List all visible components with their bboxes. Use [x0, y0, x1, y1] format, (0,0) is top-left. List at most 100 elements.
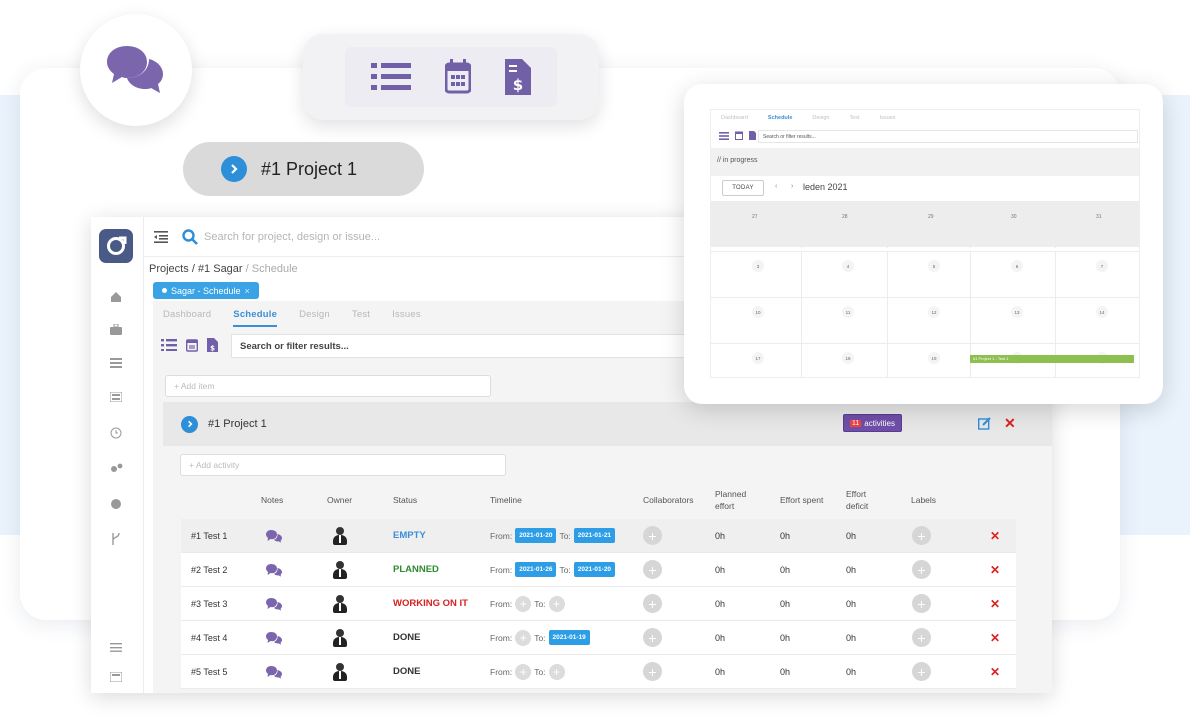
list-icon[interactable] [108, 355, 124, 371]
chevron-right-icon[interactable] [181, 415, 198, 433]
menu-collapse-icon[interactable] [154, 230, 168, 243]
calculator-icon[interactable] [108, 669, 124, 685]
add-label-icon[interactable]: + [912, 621, 931, 654]
search-input[interactable]: Search for project, design or issue... [182, 228, 380, 245]
notes-icon[interactable] [265, 621, 283, 654]
calendar-day[interactable]: 29 [928, 214, 934, 220]
project-pill[interactable]: #1 Project 1 [183, 142, 424, 196]
calendar-view-icon[interactable] [735, 131, 743, 140]
calendar-day[interactable]: 3 [752, 260, 764, 272]
today-button[interactable]: TODAY [722, 180, 764, 196]
planned-effort[interactable]: 0h [715, 587, 725, 620]
tab-test[interactable]: Test [352, 309, 370, 327]
budget-view-icon[interactable] [749, 131, 756, 140]
activities-badge[interactable]: 11 activities [843, 414, 902, 432]
app-logo[interactable] [99, 229, 133, 263]
to-date-chip[interactable]: 2021-01-21 [573, 528, 616, 543]
add-label-icon[interactable]: + [912, 655, 931, 688]
add-label-icon[interactable]: + [912, 519, 931, 552]
list-view-icon[interactable] [371, 61, 411, 93]
notes-icon[interactable] [265, 587, 283, 620]
tab-design[interactable]: Design [299, 309, 330, 327]
add-collaborator-icon[interactable]: + [643, 519, 662, 552]
tab-schedule[interactable]: Schedule [233, 309, 278, 327]
calendar-day[interactable]: 11 [842, 306, 854, 318]
calendar-day[interactable]: 6 [1011, 260, 1023, 272]
calendar-day[interactable]: 12 [928, 306, 940, 318]
chip-close-icon[interactable]: × [245, 286, 250, 296]
clock-icon[interactable] [108, 425, 124, 441]
sliders-icon[interactable] [108, 639, 124, 655]
calendar-day[interactable]: 17 [752, 352, 764, 364]
add-to-date-icon[interactable]: + [548, 595, 565, 612]
delete-row-icon[interactable]: ✕ [990, 655, 1000, 688]
delete-row-icon[interactable]: ✕ [990, 553, 1000, 586]
owner-avatar[interactable] [333, 553, 347, 586]
calendar-event[interactable]: #1 Project 1 - Test 1 [970, 355, 1134, 363]
branch-icon[interactable] [108, 531, 124, 547]
calendar-day[interactable]: 27 [752, 214, 758, 220]
schedule-chip[interactable]: Sagar - Schedule × [153, 282, 259, 299]
calendar-day[interactable]: 28 [842, 214, 848, 220]
delete-row-icon[interactable]: ✕ [990, 519, 1000, 552]
add-label-icon[interactable]: + [912, 587, 931, 620]
edit-icon[interactable] [978, 417, 991, 430]
add-from-date-icon[interactable]: + [515, 663, 532, 680]
add-label-icon[interactable]: + [912, 553, 931, 586]
calendar-day[interactable]: 30 [1011, 214, 1017, 220]
from-date-chip[interactable]: 2021-01-26 [515, 562, 557, 577]
planned-effort[interactable]: 0h [715, 553, 725, 586]
add-from-date-icon[interactable]: + [515, 595, 532, 612]
list-view-icon[interactable] [719, 131, 729, 140]
notes-icon[interactable] [265, 553, 283, 586]
list-view-icon[interactable] [161, 339, 177, 351]
status-badge[interactable]: EMPTY [393, 519, 426, 552]
tab-design[interactable]: Design [812, 115, 829, 121]
status-badge[interactable]: WORKING ON IT [393, 587, 468, 620]
planned-effort[interactable]: 0h [715, 655, 725, 688]
delete-project-icon[interactable]: ✕ [1004, 415, 1016, 432]
notes-icon[interactable] [265, 519, 283, 552]
status-badge[interactable]: PLANNED [393, 553, 439, 586]
calendar-filter-input[interactable]: Search or filter results... [758, 130, 1138, 143]
row-name[interactable]: #4 Test 4 [191, 621, 227, 654]
status-badge[interactable]: DONE [393, 621, 420, 654]
calendar-view-icon[interactable] [445, 59, 471, 95]
tab-test[interactable]: Test [850, 115, 860, 121]
owner-avatar[interactable] [333, 621, 347, 654]
add-from-date-icon[interactable]: + [515, 629, 532, 646]
table-row[interactable]: #2 Test 2 PLANNED From: 2021-01-26 To: 202… [181, 553, 1016, 587]
add-collaborator-icon[interactable]: + [643, 621, 662, 654]
tab-issues[interactable]: Issues [880, 115, 896, 121]
row-name[interactable]: #2 Test 2 [191, 553, 227, 586]
owner-avatar[interactable] [333, 587, 347, 620]
status-badge[interactable]: DONE [393, 655, 420, 688]
tab-issues[interactable]: Issues [392, 309, 421, 327]
notes-icon[interactable] [265, 655, 283, 688]
add-item-input[interactable]: + Add item [165, 375, 491, 397]
effort-spent[interactable]: 0h [780, 553, 790, 586]
board-icon[interactable] [108, 389, 124, 405]
settings-icon[interactable] [108, 460, 124, 476]
budget-view-icon[interactable]: $ [207, 338, 218, 352]
planned-effort[interactable]: 0h [715, 519, 725, 552]
effort-spent[interactable]: 0h [780, 587, 790, 620]
table-row[interactable]: #3 Test 3 WORKING ON IT From: + To: + + 0h… [181, 587, 1016, 621]
add-to-date-icon[interactable]: + [548, 663, 565, 680]
tab-dashboard[interactable]: Dashboard [721, 115, 748, 121]
row-name[interactable]: #1 Test 1 [191, 519, 227, 552]
calendar-day[interactable]: 14 [1096, 306, 1108, 318]
budget-view-icon[interactable]: $ [505, 59, 531, 95]
delete-row-icon[interactable]: ✕ [990, 621, 1000, 654]
effort-spent[interactable]: 0h [780, 519, 790, 552]
to-date-chip[interactable]: 2021-01-20 [573, 562, 616, 577]
prev-month-button[interactable]: ‹ [775, 183, 777, 190]
calendar-day[interactable]: 31 [1096, 214, 1102, 220]
add-collaborator-icon[interactable]: + [643, 587, 662, 620]
table-row[interactable]: #4 Test 4 DONE From: + To: 2021-01-19 + 0h… [181, 621, 1016, 655]
calendar-day[interactable]: 5 [928, 260, 940, 272]
table-row[interactable]: #1 Test 1 EMPTY From: 2021-01-20 To: 2021-… [181, 519, 1016, 553]
calendar-day[interactable]: 19 [928, 352, 940, 364]
calendar-day[interactable]: 7 [1096, 260, 1108, 272]
project-header[interactable]: #1 Project 1 [163, 402, 1052, 446]
